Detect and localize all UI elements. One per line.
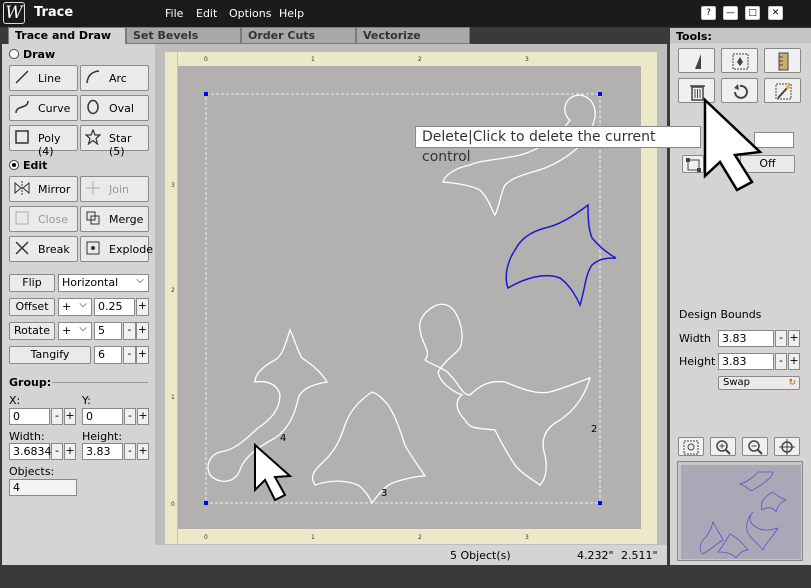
- mouse-cursor-icon: [703, 97, 763, 192]
- bottom-bar: [0, 565, 811, 588]
- tooltip-cursor-layer: [703, 97, 763, 192]
